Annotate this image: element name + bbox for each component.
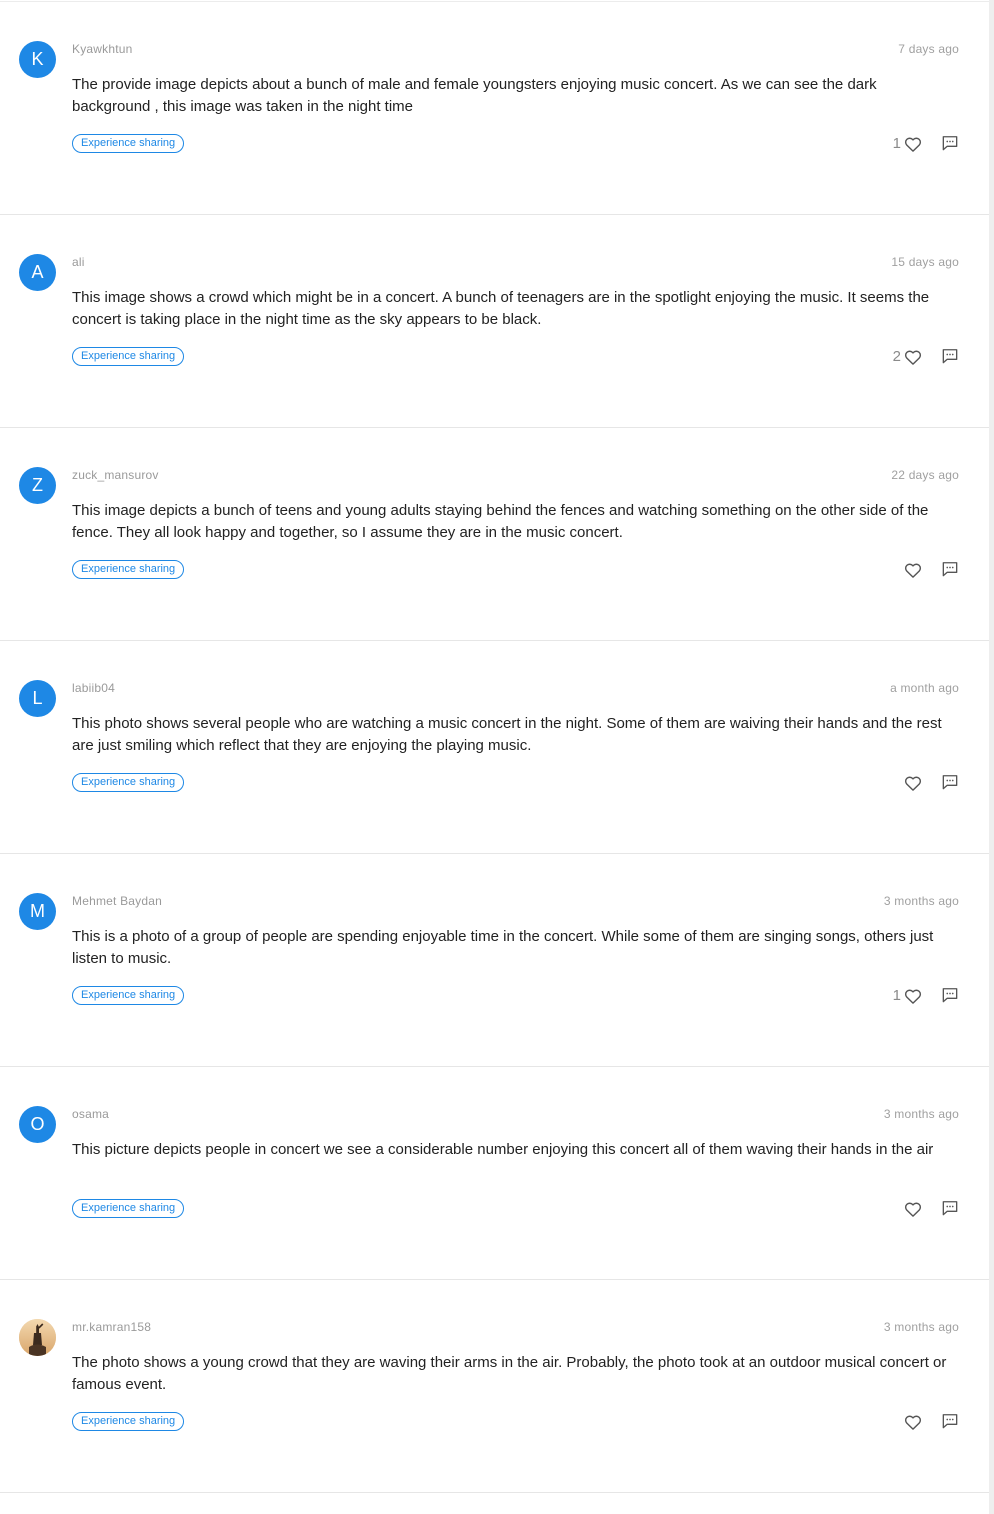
username[interactable]: mr.kamran158 [72, 1320, 151, 1334]
like-count: 1 [892, 135, 901, 152]
timestamp: 15 days ago [891, 255, 959, 269]
comments-page: K Kyawkhtun 7 days ago The provide image… [0, 0, 994, 1514]
timestamp: 22 days ago [891, 468, 959, 482]
comment-feed: K Kyawkhtun 7 days ago The provide image… [0, 2, 989, 1493]
comment-card: O osama 3 months ago This picture depict… [0, 1067, 989, 1280]
heart-icon[interactable] [903, 134, 923, 154]
timestamp: 3 months ago [883, 1107, 959, 1121]
comment-icon[interactable] [940, 985, 960, 1005]
like-count: 2 [892, 348, 901, 365]
avatar[interactable]: A [19, 254, 56, 291]
heart-icon[interactable] [903, 773, 923, 793]
comment-card: M Mehmet Baydan 3 months ago This is a p… [0, 854, 989, 1067]
comment-text: This photo shows several people who are … [72, 715, 942, 754]
avatar[interactable]: L [19, 680, 56, 717]
comment-icon[interactable] [940, 346, 960, 366]
timestamp: a month ago [890, 681, 959, 695]
comment-card: Z zuck_mansurov 22 days ago This image d… [0, 428, 989, 641]
tag-chip[interactable]: Experience sharing [72, 773, 185, 792]
like-count: 1 [892, 987, 901, 1004]
avatar[interactable]: O [19, 1106, 56, 1143]
tag-chip[interactable]: Experience sharing [72, 1412, 185, 1431]
comment-icon[interactable] [940, 1198, 960, 1218]
heart-icon[interactable] [903, 347, 923, 367]
username[interactable]: labiib04 [72, 681, 115, 695]
tag-chip[interactable]: Experience sharing [72, 986, 185, 1005]
avatar[interactable]: M [19, 893, 56, 930]
statue-photo-icon [19, 1319, 56, 1356]
heart-icon[interactable] [903, 986, 923, 1006]
comment-card: L labiib04 a month ago This photo shows … [0, 641, 989, 854]
avatar[interactable]: Z [19, 467, 56, 504]
tag-chip[interactable]: Experience sharing [72, 560, 185, 579]
comment-icon[interactable] [940, 1411, 960, 1431]
timestamp: 3 months ago [883, 1320, 959, 1334]
comment-text: This picture depicts people in concert w… [72, 1141, 934, 1158]
timestamp: 7 days ago [898, 42, 959, 56]
comment-text: The provide image depicts about a bunch … [72, 76, 877, 115]
tag-chip[interactable]: Experience sharing [72, 1199, 185, 1218]
photo-avatar[interactable] [19, 1319, 56, 1356]
username[interactable]: ali [72, 255, 85, 269]
comment-icon[interactable] [940, 772, 960, 792]
scroll-track[interactable] [989, 0, 994, 1514]
username[interactable]: zuck_mansurov [72, 468, 159, 482]
comment-text: This image depicts a bunch of teens and … [72, 502, 929, 541]
timestamp: 3 months ago [883, 894, 959, 908]
comment-text: This image shows a crowd which might be … [72, 289, 930, 328]
username[interactable]: Mehmet Baydan [72, 894, 162, 908]
heart-icon[interactable] [903, 560, 923, 580]
heart-icon[interactable] [903, 1199, 923, 1219]
avatar[interactable]: K [19, 41, 56, 78]
username[interactable]: osama [72, 1107, 109, 1121]
tag-chip[interactable]: Experience sharing [72, 134, 185, 153]
tag-chip[interactable]: Experience sharing [72, 347, 185, 366]
comment-icon[interactable] [940, 133, 960, 153]
heart-icon[interactable] [903, 1412, 923, 1432]
comment-text: This is a photo of a group of people are… [72, 928, 934, 967]
comment-card: mr.kamran158 3 months ago The photo show… [0, 1280, 989, 1493]
comment-card: A ali 15 days ago This image shows a cro… [0, 215, 989, 428]
username[interactable]: Kyawkhtun [72, 42, 133, 56]
comment-icon[interactable] [940, 559, 960, 579]
comment-text: The photo shows a young crowd that they … [72, 1354, 947, 1393]
comment-card: K Kyawkhtun 7 days ago The provide image… [0, 2, 989, 215]
